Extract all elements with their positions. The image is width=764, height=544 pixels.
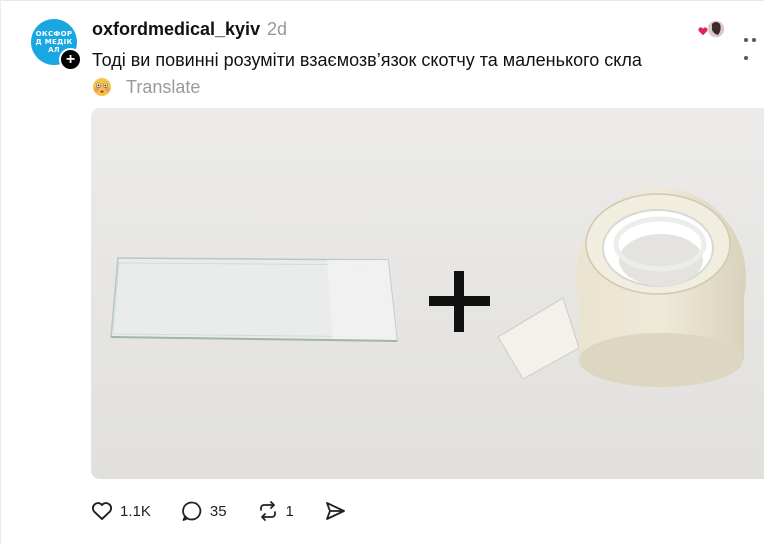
like-count: 1.1K xyxy=(120,502,151,520)
reply-button[interactable]: 35 xyxy=(181,500,227,522)
comment-bubble-icon xyxy=(182,501,202,521)
like-button[interactable]: 1.1K xyxy=(91,501,151,521)
reply-count: 35 xyxy=(209,502,227,520)
more-dots-icon[interactable] xyxy=(744,29,764,65)
repost-count: 1 xyxy=(285,502,294,520)
translate-row[interactable]: Translate xyxy=(92,76,200,98)
post-timestamp[interactable]: 2d xyxy=(267,19,287,40)
card-top-border xyxy=(0,0,764,1)
send-icon xyxy=(325,502,345,520)
heart-avatar-icon[interactable] xyxy=(697,18,727,40)
share-button[interactable] xyxy=(324,500,346,522)
post-photo[interactable] xyxy=(91,108,764,479)
repost-button[interactable]: 1 xyxy=(257,500,294,522)
translate-link[interactable]: Translate xyxy=(126,77,200,98)
post-text: Тоді ви повинні розуміти взаємозв’язок с… xyxy=(92,50,642,70)
username[interactable]: oxfordmedical_kyiv xyxy=(92,19,260,40)
heart-outline-icon xyxy=(91,502,113,520)
follow-plus-icon[interactable]: + xyxy=(59,48,82,71)
glass-slide xyxy=(110,257,398,342)
repost-arrows-icon xyxy=(259,501,276,521)
card-left-border xyxy=(0,0,1,544)
post-actions: 1.1K 35 1 xyxy=(91,498,376,524)
flushed-face-emoji-icon xyxy=(93,78,111,96)
